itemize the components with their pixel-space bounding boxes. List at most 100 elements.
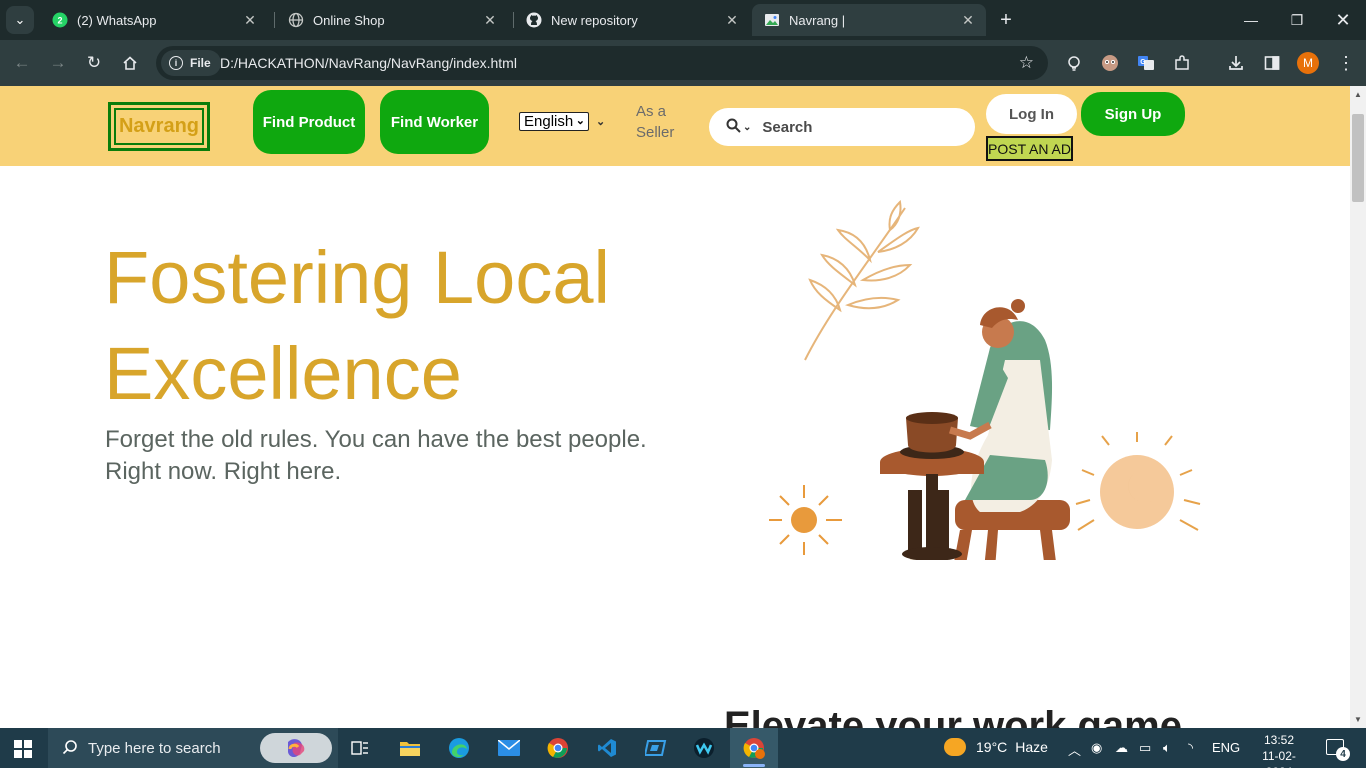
site-info-chip[interactable]: i File [161,50,221,76]
site-search-input[interactable]: ⌄ Search [709,108,975,146]
tab-separator [274,12,275,28]
file-explorer-icon[interactable] [396,734,424,762]
volume-icon[interactable]: 🔈︎ [1163,740,1171,756]
info-icon: i [169,56,183,70]
vscode-icon[interactable] [593,734,621,762]
close-icon[interactable]: ✕ [242,12,258,28]
face-extension-icon[interactable] [1098,51,1122,75]
back-button[interactable]: ← [10,51,34,75]
puzzle-extensions-icon[interactable] [1170,51,1194,75]
find-product-button[interactable]: Find Product [253,90,365,154]
chevron-down-icon[interactable]: ⌄ [743,122,751,133]
site-logo[interactable]: Navrang [108,102,210,151]
input-language[interactable]: ENG [1212,740,1240,755]
scrollbar-thumb[interactable] [1352,114,1364,202]
chevron-up-icon[interactable]: ︿ [1068,740,1081,759]
weather-widget[interactable]: 19°C Haze [944,738,1048,756]
taskbar-search-placeholder: Type here to search [88,740,221,757]
tab-online-shop[interactable]: Online Shop ✕ [276,4,508,36]
page-icon [764,12,780,28]
svg-text:2: 2 [57,16,62,26]
windows-taskbar: Type here to search 19°C Haze ︿ ◉ ☁ ▭ 🔈︎… [0,728,1366,768]
weather-temp: 19°C [976,739,1008,755]
svg-text:G: G [1140,59,1146,66]
search-icon [62,739,78,759]
address-bar[interactable]: i File D:/HACKATHON/NavRang/NavRang/inde… [156,46,1048,80]
scroll-up-icon[interactable]: ▲ [1354,90,1362,99]
chevron-down-icon: ⌄ [596,116,606,128]
restore-button[interactable]: ❐ [1274,0,1320,40]
clock-time: 13:52 [1263,733,1295,747]
task-view-icon[interactable] [346,734,374,762]
sign-up-button[interactable]: Sign Up [1081,92,1185,136]
wifi-icon[interactable]: ◝ [1188,740,1193,756]
bookmark-star-icon[interactable]: ☆ [1019,53,1034,73]
language-select[interactable]: English ⌄ [519,112,589,131]
tab-title: Navrang | [789,12,846,28]
log-in-button[interactable]: Log In [986,94,1077,134]
tab-search-button[interactable]: ⌄ [6,6,34,34]
tab-navrang[interactable]: Navrang | ✕ [752,4,986,36]
clock[interactable]: 13:52 11-02-2024 [1249,732,1309,768]
clock-date: 11-02-2024 [1262,749,1296,768]
windows-start-icon[interactable] [14,740,32,758]
battery-icon[interactable]: ▭ [1139,740,1151,756]
notification-count: 4 [1336,747,1350,761]
close-window-button[interactable]: ✕ [1320,0,1366,40]
site-header: Navrang Find Product Find Worker English… [0,86,1350,166]
url-text[interactable]: D:/HACKATHON/NavRang/NavRang/index.html [220,55,517,71]
browser-tab-strip: ⌄ 2 (2) WhatsApp ✕ Online Shop ✕ New rep… [0,0,1366,40]
globe-icon [288,12,304,28]
menu-kebab-icon[interactable]: ⋮ [1334,51,1358,75]
crystal-ball-icon [1075,432,1201,531]
sun-icon [769,485,842,555]
search-placeholder: Search [762,118,813,136]
active-indicator [743,764,765,767]
record-icon[interactable]: ◉ [1091,740,1102,756]
branch-icon [804,200,920,361]
whatsapp-icon: 2 [52,12,68,28]
logo-text: Navrang [114,108,204,145]
post-an-ad-button[interactable]: POST AN AD [986,136,1073,161]
chrome-icon[interactable] [544,734,572,762]
new-tab-button[interactable]: + [994,8,1018,32]
mail-icon[interactable] [495,734,523,762]
side-panel-icon[interactable] [1260,51,1284,75]
potter-illustration [769,200,1201,560]
close-icon[interactable]: ✕ [724,12,740,28]
cloud-sync-icon[interactable]: ☁ [1115,740,1128,756]
close-icon[interactable]: ✕ [960,12,976,28]
tab-new-repository[interactable]: New repository ✕ [514,4,750,36]
home-button[interactable] [118,51,142,75]
language-selector[interactable]: English ⌄ ⌄ [519,112,605,131]
find-worker-button[interactable]: Find Worker [380,90,489,154]
scroll-down-icon[interactable]: ▼ [1354,715,1362,724]
weather-condition: Haze [1015,739,1048,755]
app-icon[interactable] [642,734,670,762]
forward-button[interactable]: → [46,51,70,75]
edge-browser-icon[interactable] [445,734,473,762]
reload-button[interactable]: ↻ [82,51,106,75]
copilot-button[interactable] [260,733,332,763]
chrome-profile-task[interactable] [730,728,778,768]
download-icon[interactable] [1224,51,1248,75]
site-info-label: File [190,56,211,70]
github-icon [526,12,542,28]
as-a-seller-link[interactable]: As a Seller [636,101,686,143]
webex-icon[interactable] [690,734,718,762]
tab-title: (2) WhatsApp [77,12,157,28]
hero-title: Fostering Local Excellence [104,236,610,415]
tab-title: New repository [551,12,638,28]
notification-icon[interactable]: 4 [1326,739,1350,761]
page-scrollbar[interactable]: ▲ ▼ [1350,86,1366,728]
close-icon[interactable]: ✕ [482,12,498,28]
browser-toolbar: ← → ↻ i File D:/HACKATHON/NavRang/NavRan… [0,40,1366,86]
haze-sun-icon [944,738,966,756]
section-heading: Elevate your work game [724,704,1182,728]
minimize-button[interactable]: — [1228,0,1274,40]
profile-avatar[interactable]: M [1297,52,1319,74]
bulb-extension-icon[interactable] [1062,51,1086,75]
page-viewport: Navrang Find Product Find Worker English… [0,86,1350,728]
translate-extension-icon[interactable]: G [1134,51,1158,75]
tab-whatsapp[interactable]: 2 (2) WhatsApp ✕ [40,4,268,36]
